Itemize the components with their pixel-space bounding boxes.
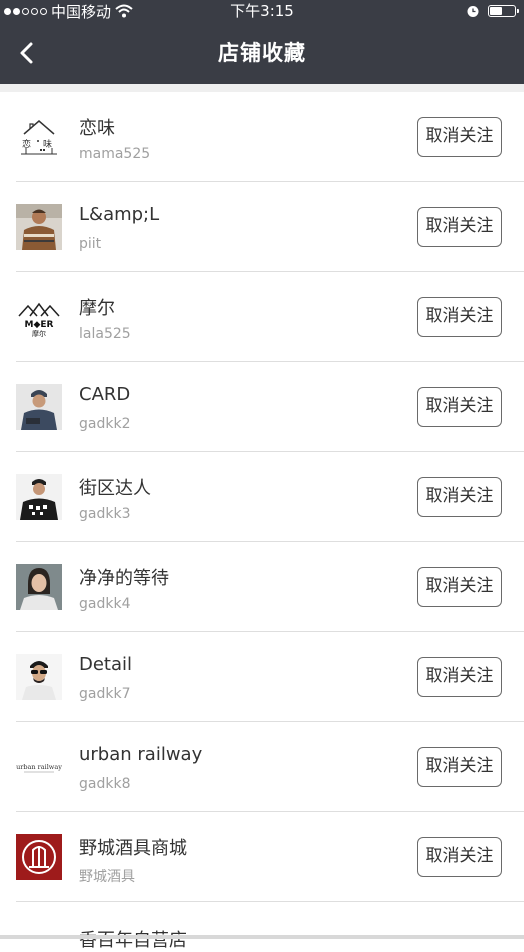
store-row[interactable]: M◆ER 摩尔 摩尔 lala525 取消关注 (16, 272, 524, 362)
bottom-edge (0, 935, 524, 939)
store-avatar: M◆ER 摩尔 (16, 294, 62, 340)
store-row[interactable]: 净净的等待 gadkk4 取消关注 (16, 542, 524, 632)
store-row[interactable]: Detail gadkk7 取消关注 (16, 632, 524, 722)
store-name: 净净的等待 (79, 568, 169, 589)
navigation-bar: 店铺收藏 (0, 22, 524, 84)
person-photo-icon (16, 474, 62, 520)
store-name: urban railway (79, 744, 203, 765)
unfollow-button[interactable]: 取消关注 (417, 837, 502, 877)
person-photo-icon (16, 654, 62, 700)
store-handle: 野城酒具 (79, 869, 135, 885)
store-row[interactable]: 街区达人 gadkk3 取消关注 (16, 452, 524, 542)
store-name: 恋味 (79, 118, 115, 139)
svg-text:摩尔: 摩尔 (32, 329, 46, 338)
alarm-icon (467, 6, 479, 17)
store-row[interactable]: CARD gadkk2 取消关注 (16, 362, 524, 452)
status-time: 下午3:15 (230, 2, 294, 20)
store-handle: gadkk3 (79, 506, 131, 522)
red-logo-icon (16, 834, 62, 880)
unfollow-button[interactable]: 取消关注 (417, 387, 502, 427)
unfollow-button[interactable]: 取消关注 (417, 747, 502, 787)
store-name: L&amp;L (79, 204, 160, 225)
store-name: Detail (79, 654, 133, 675)
unfollow-button[interactable]: 取消关注 (417, 477, 502, 517)
moer-logo-icon: M◆ER 摩尔 (16, 294, 62, 340)
unfollow-button[interactable]: 取消关注 (417, 567, 502, 607)
store-name: 街区达人 (79, 478, 151, 499)
store-name: 香百年自营店 (79, 930, 187, 951)
store-row[interactable]: L&amp;L piit 取消关注 (16, 182, 524, 272)
store-avatar (16, 474, 62, 520)
urban-logo-icon: urban railway (16, 744, 62, 790)
svg-text:M◆ER: M◆ER (25, 320, 54, 330)
person-photo-icon (16, 204, 62, 250)
store-avatar (16, 564, 62, 610)
status-right (466, 0, 519, 22)
store-handle: gadkk7 (79, 686, 131, 702)
store-name: 摩尔 (79, 298, 115, 319)
unfollow-button[interactable]: 取消关注 (417, 117, 502, 157)
store-name: 野城酒具商城 (79, 838, 187, 859)
store-handle: piit (79, 236, 102, 252)
store-avatar (16, 204, 62, 250)
store-handle: lala525 (79, 326, 131, 342)
house-logo-icon: 恋 味 (16, 114, 62, 160)
unfollow-button[interactable]: 取消关注 (417, 297, 502, 337)
store-avatar: urban railway (16, 744, 62, 790)
store-name: CARD (79, 384, 131, 405)
svg-text:味: 味 (43, 138, 52, 150)
battery-icon (488, 5, 519, 17)
store-handle: gadkk8 (79, 776, 131, 792)
store-avatar (16, 384, 62, 430)
page-title: 店铺收藏 (218, 41, 306, 65)
person-photo-icon (16, 384, 62, 430)
unfollow-button[interactable]: 取消关注 (417, 657, 502, 697)
unfollow-button[interactable]: 取消关注 (417, 207, 502, 247)
status-bar: 中国移动 下午3:15 (0, 0, 524, 22)
store-row[interactable]: 野城酒具商城 野城酒具 取消关注 (16, 812, 524, 902)
store-row[interactable]: 恋 味 恋味 mama525 取消关注 (16, 92, 524, 182)
store-list: 恋 味 恋味 mama525 取消关注 L&amp;L piit 取消关注 M◆… (0, 92, 524, 951)
urban-logo-text: urban railway (16, 763, 62, 771)
svg-text:恋: 恋 (22, 138, 31, 150)
store-row[interactable]: urban railway urban railway gadkk8 取消关注 (16, 722, 524, 812)
store-avatar (16, 654, 62, 700)
store-avatar (16, 834, 62, 880)
store-handle: gadkk2 (79, 416, 131, 432)
store-handle: mama525 (79, 146, 151, 162)
header-spacer (0, 84, 524, 92)
person-photo-icon (16, 564, 62, 610)
store-avatar: 恋 味 (16, 114, 62, 160)
store-handle: gadkk4 (79, 596, 131, 612)
